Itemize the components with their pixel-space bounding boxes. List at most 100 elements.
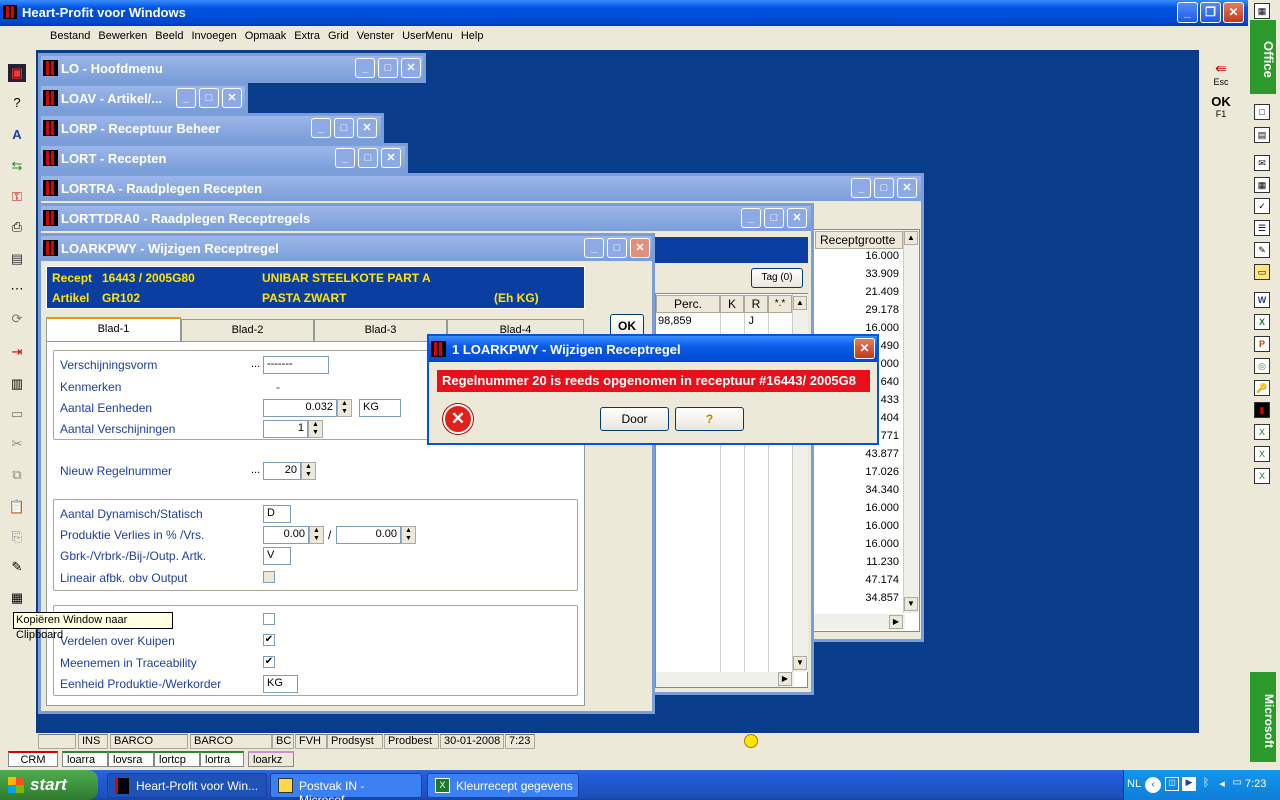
- receptgrootte-cell[interactable]: 11.230: [815, 556, 899, 568]
- maximize-button[interactable]: □: [607, 238, 627, 258]
- receptgrootte-cell[interactable]: 43.877: [815, 448, 899, 460]
- recepten-hscrollbar[interactable]: ▶: [813, 614, 905, 630]
- nieuw-regelnummer-field[interactable]: 20: [263, 462, 301, 480]
- media-icon[interactable]: ▶: [1182, 777, 1196, 791]
- minimize-button[interactable]: _: [335, 148, 355, 168]
- scroll-right-icon[interactable]: ▶: [778, 672, 792, 686]
- receptgrootte-cell[interactable]: 33.909: [815, 268, 899, 280]
- door-button[interactable]: Door: [600, 407, 669, 431]
- key-icon[interactable]: ⚿: [8, 188, 26, 206]
- maximize-button[interactable]: □: [874, 178, 894, 198]
- cut-icon[interactable]: ✂: [8, 435, 26, 453]
- task-icon[interactable]: ✓: [1254, 198, 1270, 214]
- open-doc-icon[interactable]: ▤: [1254, 127, 1270, 143]
- contact-icon[interactable]: ☰: [1254, 220, 1270, 236]
- minimize-button[interactable]: _: [311, 118, 331, 138]
- tag-button[interactable]: Tag (0): [751, 268, 803, 288]
- volume-icon[interactable]: ◂: [1215, 777, 1229, 791]
- program-tab-lortcp[interactable]: lortcp: [154, 751, 200, 767]
- menu-venster[interactable]: Venster: [353, 27, 398, 42]
- receptgrootte-cell[interactable]: 47.174: [815, 574, 899, 586]
- maximize-button[interactable]: □: [334, 118, 354, 138]
- receptgrootte-cell[interactable]: 34.340: [815, 484, 899, 496]
- window-receptuur-beheer[interactable]: LORP - Receptuur Beheer _ □ ✕: [38, 113, 384, 143]
- perc-cell[interactable]: 98,859: [658, 315, 692, 327]
- start-button[interactable]: start: [0, 770, 98, 800]
- r-header[interactable]: R: [744, 295, 768, 313]
- heart-profit-icon[interactable]: ▮: [1254, 402, 1270, 418]
- minimize-button[interactable]: _: [584, 238, 604, 258]
- excel-icon[interactable]: X: [1254, 314, 1270, 330]
- window-recepten[interactable]: LORT - Recepten _ □ ✕: [38, 143, 408, 173]
- close-button[interactable]: ✕: [357, 118, 377, 138]
- receptgrootte-cell[interactable]: 16.000: [815, 520, 899, 532]
- perc-header[interactable]: Perc.: [656, 295, 720, 313]
- menu-help[interactable]: Help: [457, 27, 488, 42]
- taskbar-postvak[interactable]: Postvak IN - Microsof...: [270, 773, 422, 800]
- tab-blad-1[interactable]: Blad-1: [46, 317, 181, 342]
- exit-icon[interactable]: ⇥: [8, 343, 26, 361]
- produktie-verlies-pct-field[interactable]: 0.00: [263, 526, 309, 544]
- show-hidden-icons-icon[interactable]: ‹: [1145, 777, 1161, 793]
- verschijningsvorm-field[interactable]: -------: [263, 356, 329, 374]
- produktie-verlies-vrs-spinner[interactable]: ▲ ▼: [401, 526, 416, 544]
- form-icon[interactable]: ▤: [8, 250, 26, 268]
- lineair-checkbox[interactable]: [263, 571, 275, 583]
- network-icon[interactable]: ◫: [1165, 777, 1179, 791]
- chart-icon[interactable]: ▥: [8, 375, 26, 393]
- clipboard-window-icon[interactable]: ▦: [8, 589, 26, 607]
- paste-icon[interactable]: 📋: [8, 498, 26, 516]
- note-icon[interactable]: ▭: [1254, 264, 1270, 280]
- eenheid-field[interactable]: KG: [359, 399, 401, 417]
- aantal-verschijningen-field[interactable]: 1: [263, 420, 308, 438]
- dialog-close-button[interactable]: ✕: [854, 338, 875, 359]
- verdelen-checkbox[interactable]: ✔: [263, 634, 275, 646]
- receptregels-hscrollbar[interactable]: ▶: [656, 672, 794, 687]
- mail-icon[interactable]: ✉: [1254, 155, 1270, 171]
- scroll-up-icon[interactable]: ▲: [904, 231, 918, 245]
- minimize-button[interactable]: _: [355, 58, 375, 78]
- window-gray-icon[interactable]: ▭: [8, 405, 26, 423]
- minimize-button[interactable]: _: [176, 88, 196, 108]
- program-tab-crm[interactable]: CRM: [8, 751, 58, 767]
- restore-button[interactable]: ❐: [1200, 2, 1221, 23]
- error-dialog[interactable]: 1 LOARKPWY - Wijzigen Receptregel ✕ Rege…: [427, 334, 879, 445]
- menu-bewerken[interactable]: Bewerken: [94, 27, 151, 42]
- minimize-button[interactable]: _: [851, 178, 871, 198]
- maximize-button[interactable]: □: [764, 208, 784, 228]
- taskbar-heart-profit[interactable]: Heart-Profit voor Win...: [107, 773, 267, 798]
- font-icon[interactable]: A: [8, 126, 26, 144]
- program-tab-loarkz[interactable]: loarkz: [248, 751, 294, 767]
- menu-bestand[interactable]: Bestand: [46, 27, 94, 42]
- refresh-icon[interactable]: ⟳: [8, 310, 26, 328]
- close-button[interactable]: ✕: [381, 148, 401, 168]
- scroll-down-icon[interactable]: ▼: [904, 597, 918, 611]
- export-icon[interactable]: ⇆: [8, 157, 26, 175]
- menu-invoegen[interactable]: Invoegen: [187, 27, 240, 42]
- clock[interactable]: 7:23: [1245, 778, 1266, 790]
- program-tab-lovsra[interactable]: lovsra: [108, 751, 154, 767]
- receptgrootte-cell[interactable]: 29.178: [815, 304, 899, 316]
- dynamisch-statisch-field[interactable]: D: [263, 505, 291, 523]
- bluetooth-icon[interactable]: ᛒ: [1199, 777, 1213, 791]
- scroll-up-icon[interactable]: ▲: [793, 296, 807, 310]
- program-tab-loarra[interactable]: loarra: [62, 751, 108, 767]
- k-header[interactable]: K: [720, 295, 744, 313]
- access-icon[interactable]: 🔑: [1254, 380, 1270, 396]
- excel-file2-icon[interactable]: X: [1254, 446, 1270, 462]
- maximize-button[interactable]: □: [199, 88, 219, 108]
- clipboard-option-checkbox[interactable]: [263, 613, 275, 625]
- powerpoint-icon[interactable]: P: [1254, 336, 1270, 352]
- close-button[interactable]: ✕: [897, 178, 917, 198]
- help-button[interactable]: ?: [675, 407, 744, 431]
- menu-beeld[interactable]: Beeld: [151, 27, 187, 42]
- menu-opmaak[interactable]: Opmaak: [241, 27, 291, 42]
- meenemen-checkbox[interactable]: ✔: [263, 656, 275, 668]
- window-hoofdmenu[interactable]: LO - Hoofdmenu _ □ ✕: [38, 53, 426, 83]
- window-artikel[interactable]: LOAV - Artikel/... _ □ ✕: [38, 83, 248, 113]
- receptgrootte-cell[interactable]: 16.000: [815, 322, 899, 334]
- journal-icon[interactable]: ✎: [1254, 242, 1270, 258]
- gbrk-field[interactable]: V: [263, 547, 291, 565]
- menu-grid[interactable]: Grid: [324, 27, 353, 42]
- produktie-verlies-pct-spinner[interactable]: ▲ ▼: [309, 526, 324, 544]
